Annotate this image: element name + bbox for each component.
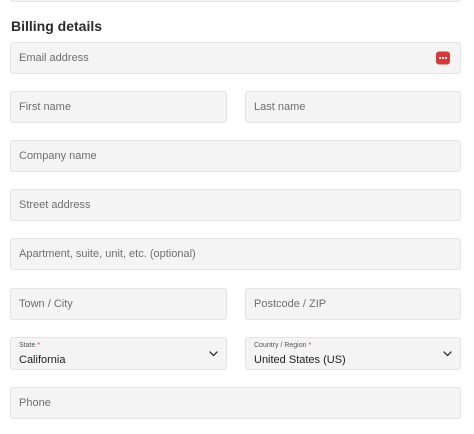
country-region-select[interactable]: Country / Region * United States (US) [245,337,461,370]
chevron-down-icon [209,350,218,356]
country-region-label-text: Country / Region [254,342,307,349]
state-value: California [19,354,66,366]
state-required-mark: * [37,342,41,349]
password-manager-icon[interactable] [436,51,450,65]
apartment-placeholder: Apartment, suite, unit, etc. (optional) [19,248,196,260]
first-name-placeholder: First name [19,101,71,113]
state-label-text: State [19,342,36,349]
last-name-placeholder: Last name [254,101,306,113]
country-region-value: United States (US) [254,354,346,366]
street-address-placeholder: Street address [19,199,91,211]
postcode-placeholder: Postcode / ZIP [254,298,327,310]
state-label: State * [19,342,40,349]
postcode-field[interactable]: Postcode / ZIP [245,288,461,320]
first-name-field[interactable]: First name [10,91,227,123]
email-placeholder: Email address [19,52,89,64]
phone-field[interactable]: Phone [10,387,461,419]
country-region-label: Country / Region * [254,342,311,349]
apartment-field[interactable]: Apartment, suite, unit, etc. (optional) [10,238,461,270]
country-required-mark: * [308,342,312,349]
street-address-field[interactable]: Street address [10,189,461,221]
town-city-field[interactable]: Town / City [10,288,227,320]
company-name-placeholder: Company name [19,150,97,162]
email-field[interactable]: Email address [10,42,461,74]
billing-details-heading: Billing details [11,18,103,34]
chevron-down-icon [443,350,452,356]
state-select[interactable]: State * California [10,337,227,370]
previous-field-edge [10,0,461,2]
phone-placeholder: Phone [19,397,51,409]
company-name-field[interactable]: Company name [10,140,461,172]
last-name-field[interactable]: Last name [245,91,461,123]
town-city-placeholder: Town / City [19,298,73,310]
